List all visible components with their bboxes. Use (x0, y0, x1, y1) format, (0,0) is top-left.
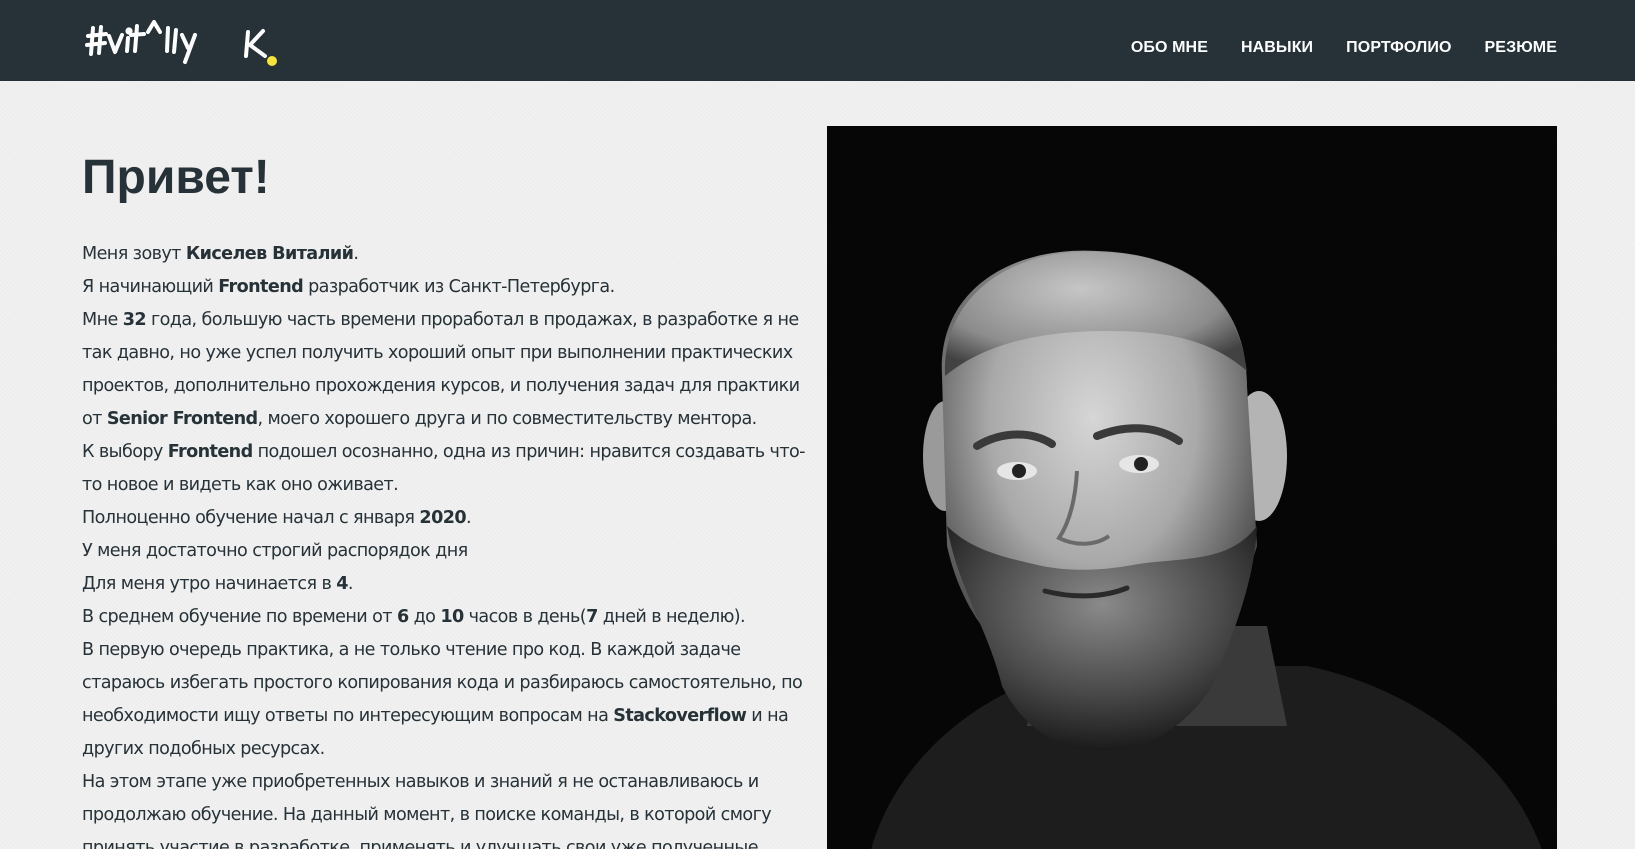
bio-fragment: продолжаю обучение. На данный момент, в … (82, 805, 772, 825)
bio-fragment: дней в неделю). (597, 607, 746, 627)
bio-fragment: года, большую часть времени проработал в… (146, 310, 799, 330)
bio-line: Мне 32 года, большую часть времени прора… (82, 304, 822, 337)
bio-fragment: На этом этапе уже приобретенных навыков … (82, 772, 759, 792)
bio-fragment: Мне (82, 310, 123, 330)
bio-fragment: разработчик из Санкт-Петербурга. (303, 277, 615, 297)
bio-fragment: так давно, но уже успел получить хороший… (82, 343, 793, 363)
page-title: Привет! (82, 151, 270, 204)
bio-fragment: В первую очередь практика, а не только ч… (82, 640, 741, 660)
bio-fragment: . (466, 508, 472, 528)
bio-emphasis: Киселев Виталий (185, 244, 354, 264)
bio-emphasis: 32 (122, 310, 147, 330)
bio-line: проектов, дополнительно прохождения курс… (82, 370, 822, 403)
bio-fragment: Меня зовут (82, 244, 186, 264)
bio-fragment: других подобных ресурсах. (82, 739, 325, 759)
bio-fragment: Я начинающий (82, 277, 219, 297)
bio-fragment: и на (746, 706, 789, 726)
bio-emphasis: 2020 (419, 508, 466, 528)
accent-dot (267, 56, 277, 66)
bio-fragment: принять участие в разработке, применять … (82, 838, 759, 849)
bio-line: необходимости ищу ответы по интересующим… (82, 700, 822, 733)
bio-text: Меня зовут Киселев Виталий. Я начинающий … (82, 238, 822, 849)
nav-link-resume[interactable]: РЕЗЮМЕ (1485, 39, 1557, 57)
bio-emphasis: 10 (440, 607, 464, 627)
bio-line: Я начинающий Frontend разработчик из Сан… (82, 271, 822, 304)
bio-line: Полноценно обучение начал с января 2020. (82, 502, 822, 535)
bio-fragment: , моего хорошего друга и по совместитель… (257, 409, 758, 429)
bio-line: В первую очередь практика, а не только ч… (82, 634, 822, 667)
bio-line: Меня зовут Киселев Виталий. (82, 238, 822, 271)
bio-fragment: то новое и видеть как оно оживает. (82, 475, 399, 495)
bio-fragment: Для меня утро начинается в (82, 574, 337, 594)
bio-emphasis: Senior Frontend (106, 409, 258, 429)
bio-fragment: стараюсь избегать простого копирования к… (82, 673, 803, 693)
bio-fragment: проектов, дополнительно прохождения курс… (82, 376, 800, 396)
bio-line: Для меня утро начинается в 4. (82, 568, 822, 601)
bio-emphasis: Stackoverflow (613, 706, 747, 726)
bio-fragment: У меня достаточно строгий распорядок дня (82, 541, 468, 561)
site-logo[interactable] (82, 14, 292, 72)
bio-line: К выбору Frontend подошел осознанно, одн… (82, 436, 822, 469)
bio-line: принять участие в разработке, применять … (82, 832, 822, 849)
portrait-image (827, 126, 1557, 849)
nav-link-portfolio[interactable]: ПОРТФОЛИО (1346, 39, 1451, 57)
bio-line: от Senior Frontend, моего хорошего друга… (82, 403, 822, 436)
bio-fragment: . (353, 244, 359, 264)
bio-fragment: часов в день( (463, 607, 587, 627)
bio-line: стараюсь избегать простого копирования к… (82, 667, 822, 700)
bio-fragment: от (82, 409, 107, 429)
page: ОБО МНЕ НАВЫКИ ПОРТФОЛИО РЕЗЮМЕ Привет! … (0, 0, 1635, 849)
nav-link-skills[interactable]: НАВЫКИ (1241, 39, 1313, 57)
bio-emphasis: 4 (336, 574, 348, 594)
profile-photo (827, 126, 1557, 849)
logo-graphic (85, 20, 277, 66)
bio-fragment: . (347, 574, 354, 594)
bio-fragment: до (408, 607, 441, 627)
bio-emphasis: Frontend (167, 442, 253, 462)
bio-fragment: подошел осознанно, одна из причин: нрави… (252, 442, 806, 462)
bio-line: У меня достаточно строгий распорядок дня (82, 535, 822, 568)
top-navigation-bar: ОБО МНЕ НАВЫКИ ПОРТФОЛИО РЕЗЮМЕ (0, 0, 1635, 81)
bio-line: то новое и видеть как оно оживает. (82, 469, 822, 502)
bio-fragment: необходимости ищу ответы по интересующим… (82, 706, 614, 726)
bio-fragment: К выбору (82, 442, 168, 462)
main-nav: ОБО МНЕ НАВЫКИ ПОРТФОЛИО РЕЗЮМЕ (1131, 39, 1557, 57)
bio-emphasis: Frontend (218, 277, 304, 297)
bio-emphasis: 6 (396, 607, 409, 627)
bio-line: других подобных ресурсах. (82, 733, 822, 766)
bio-line: В среднем обучение по времени от 6 до 10… (82, 601, 822, 634)
about-section: Привет! Меня зовут Киселев Виталий. Я нач… (82, 150, 822, 849)
bio-fragment: Полноценно обучение начал с января (82, 508, 420, 528)
bio-line: продолжаю обучение. На данный момент, в … (82, 799, 822, 832)
bio-fragment: В среднем обучение по времени от (82, 607, 397, 627)
nav-link-about[interactable]: ОБО МНЕ (1131, 39, 1208, 57)
bio-emphasis: 7 (586, 607, 598, 627)
bio-line: так давно, но уже успел получить хороший… (82, 337, 822, 370)
bio-line: На этом этапе уже приобретенных навыков … (82, 766, 822, 799)
